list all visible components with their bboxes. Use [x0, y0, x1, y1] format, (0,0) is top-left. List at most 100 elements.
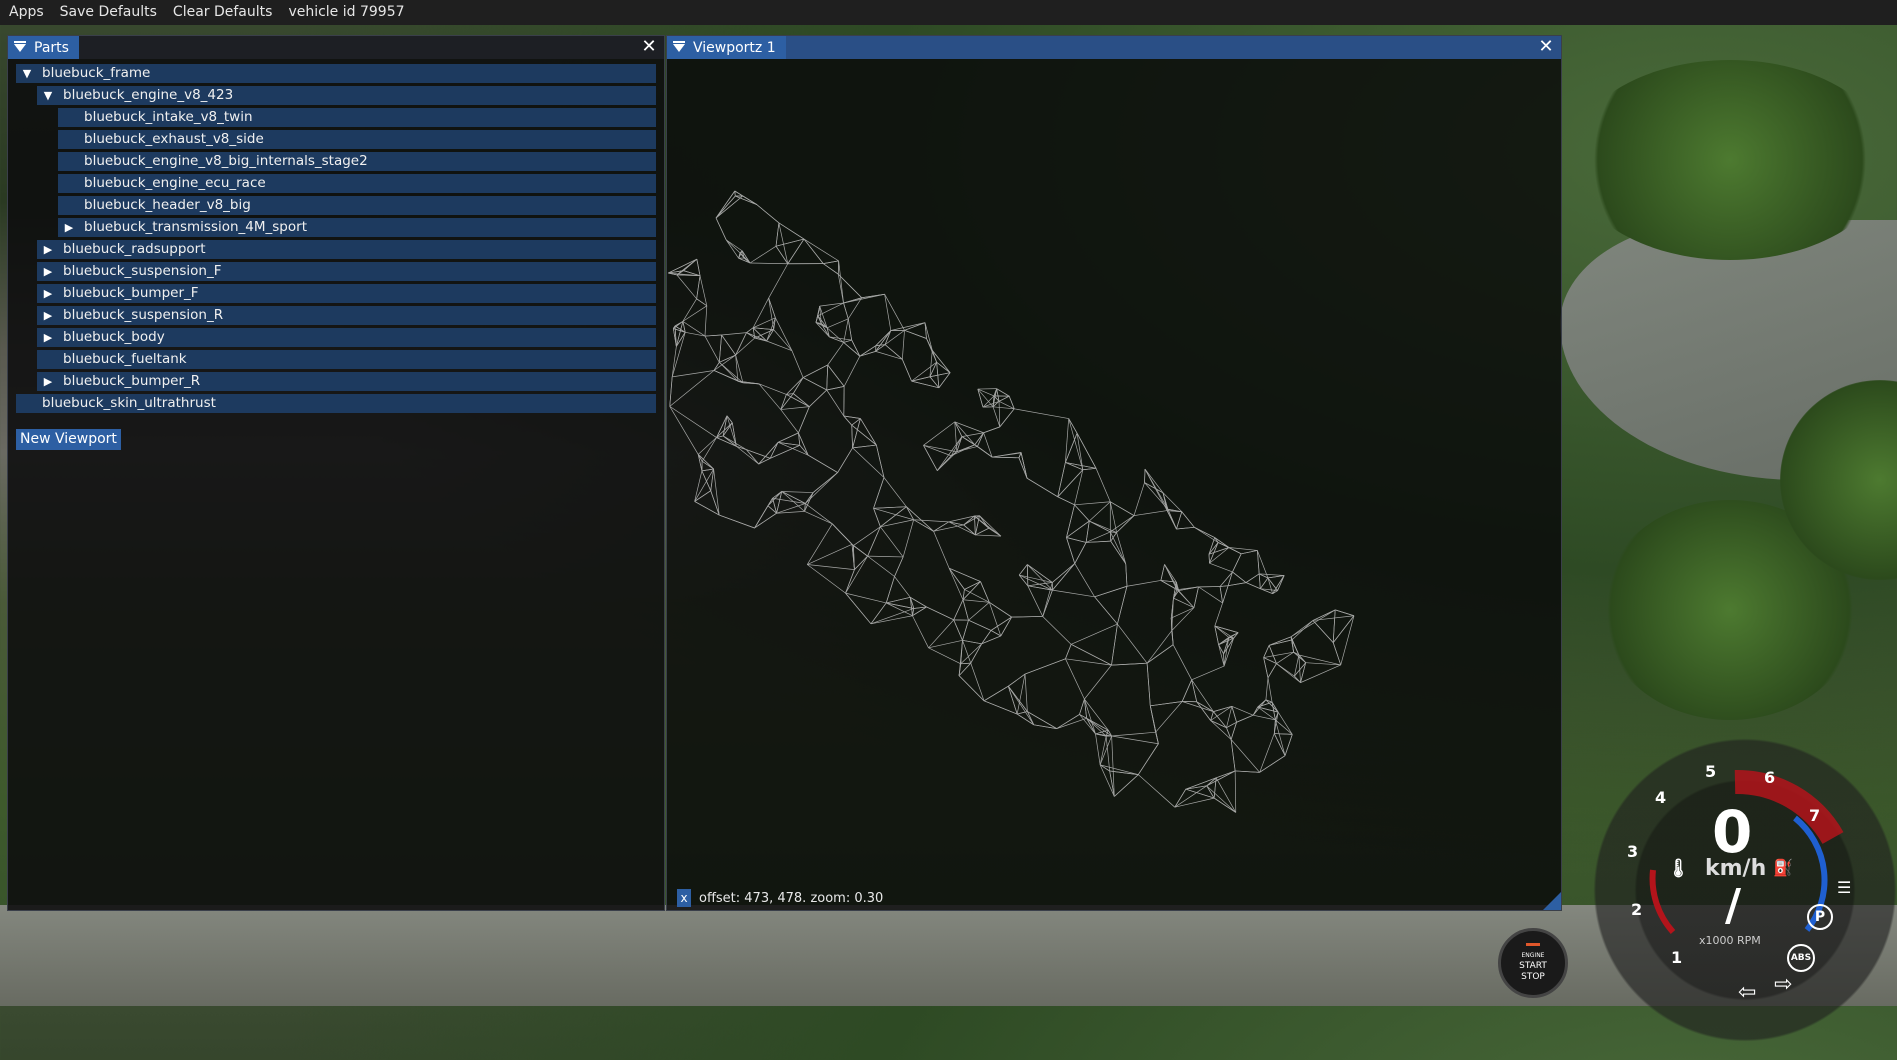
menu-vehicle-id[interactable]: vehicle id 79957 — [280, 0, 412, 25]
tree-row[interactable]: ▼bluebuck_engine_v8_423 — [37, 86, 656, 105]
tree-row-label: bluebuck_engine_ecu_race — [84, 174, 266, 193]
tree-row-label: bluebuck_suspension_R — [63, 306, 223, 325]
rpm-tick-5: 5 — [1705, 762, 1716, 781]
expanded-arrow-icon[interactable]: ▼ — [41, 86, 55, 105]
viewport-status: x offset: 473, 478. zoom: 0.30 — [677, 888, 883, 908]
wireframe-edge — [1025, 659, 1065, 674]
tree-row[interactable]: bluebuck_exhaust_v8_side — [58, 130, 656, 149]
wireframe-edge — [1134, 511, 1167, 516]
collapsed-arrow-icon[interactable]: ▶ — [41, 262, 55, 281]
wireframe-edge — [1224, 638, 1233, 666]
resize-grip[interactable] — [1543, 892, 1561, 910]
wireframe-edge — [677, 259, 697, 275]
collapsed-arrow-icon[interactable]: ▶ — [41, 284, 55, 303]
wireframe-edge — [1057, 718, 1087, 728]
wireframe-edge — [1150, 701, 1182, 705]
collapsed-arrow-icon[interactable]: ▶ — [41, 372, 55, 391]
wireframe-edge — [1150, 706, 1155, 732]
viewport-close-icon[interactable]: ✕ — [1537, 38, 1555, 56]
wireframe-edge — [1156, 732, 1159, 744]
tree-row[interactable]: bluebuck_intake_v8_twin — [58, 108, 656, 127]
wireframe-edge — [959, 676, 984, 701]
wireframe-edge — [929, 648, 961, 664]
wireframe-edge — [1172, 608, 1194, 631]
wireframe-edge — [1301, 665, 1341, 683]
wireframe-edge — [1220, 586, 1228, 587]
collapsed-arrow-icon[interactable]: ▶ — [41, 306, 55, 325]
wireframe-edge — [1065, 659, 1084, 699]
wireframe-edge — [778, 433, 798, 442]
wireframe-edge — [1235, 771, 1236, 813]
tree-row-label: bluebuck_bumper_R — [63, 372, 200, 391]
wireframe-edge — [1273, 575, 1285, 593]
parts-tab[interactable]: Parts — [8, 36, 79, 59]
expanded-arrow-icon[interactable]: ▼ — [20, 64, 34, 83]
wireframe-edge — [1000, 409, 1014, 427]
wireframe-edge — [1069, 419, 1077, 434]
parts-close-icon[interactable]: ✕ — [640, 38, 658, 56]
wireframe-edge — [937, 437, 962, 471]
wireframe-edge — [871, 603, 886, 624]
tree-row[interactable]: ▼bluebuck_frame — [16, 64, 656, 83]
wireframe-edge — [853, 418, 861, 447]
menu-clear-defaults[interactable]: Clear Defaults — [165, 0, 281, 25]
tree-row[interactable]: ▶bluebuck_suspension_F — [37, 262, 656, 281]
wireframe-edge — [1145, 469, 1163, 493]
wireframe-edge — [1246, 574, 1259, 583]
wireframe-edge — [1214, 778, 1216, 798]
new-viewport-button[interactable]: New Viewport — [16, 429, 121, 450]
wireframe-edge — [959, 640, 962, 675]
tree-row[interactable]: ▶bluebuck_bumper_F — [37, 284, 656, 303]
tree-row[interactable]: bluebuck_fueltank — [37, 350, 656, 369]
wireframe-edge — [827, 328, 844, 343]
viewport-tab[interactable]: Viewportz 1 — [667, 36, 786, 59]
collapse-menu-icon[interactable] — [14, 44, 26, 52]
menu-save-defaults[interactable]: Save Defaults — [52, 0, 165, 25]
tree-row[interactable]: bluebuck_skin_ultrathrust — [16, 394, 656, 413]
wireframe-edge — [1341, 616, 1354, 665]
tree-row[interactable]: ▶bluebuck_transmission_4M_sport — [58, 218, 656, 237]
wireframe-edge — [828, 342, 844, 365]
wireframe-edge — [676, 332, 685, 346]
wireframe-edge — [853, 448, 884, 478]
wireframe-edge — [934, 531, 950, 568]
wireframe-edge — [1228, 583, 1246, 586]
wireframe-edge — [716, 196, 735, 218]
parts-titlebar[interactable]: Parts ✕ — [8, 36, 664, 59]
collapsed-arrow-icon[interactable]: ▶ — [62, 218, 76, 237]
collapsed-arrow-icon[interactable]: ▶ — [41, 240, 55, 259]
wireframe-edge — [1260, 756, 1285, 773]
wireframe-edge — [1052, 564, 1074, 583]
wireframe-edge — [844, 303, 849, 319]
collapsed-arrow-icon[interactable]: ▶ — [41, 328, 55, 347]
wireframe-edge — [1266, 678, 1268, 700]
tree-row[interactable]: ▶bluebuck_body — [37, 328, 656, 347]
wireframe-edge — [1075, 564, 1095, 597]
wireframe-edge — [844, 356, 860, 386]
wireframe-edge — [769, 298, 774, 330]
tree-row[interactable]: bluebuck_engine_v8_big_internals_stage2 — [58, 152, 656, 171]
tree-row[interactable]: ▶ bluebuck_bumper_R — [37, 372, 656, 391]
wireframe-edge — [1199, 587, 1223, 603]
engine-start-stop-button[interactable]: ENGINE START STOP — [1498, 928, 1568, 998]
wireframe-edge — [757, 205, 779, 223]
menu-apps[interactable]: Apps — [0, 0, 52, 25]
wireframe-edge — [903, 520, 914, 557]
viewport-titlebar[interactable]: Viewportz 1 ✕ — [667, 36, 1561, 59]
status-x-button[interactable]: x — [677, 889, 691, 907]
wireframe-edge — [1291, 610, 1335, 637]
wireframe-edge — [979, 516, 1000, 536]
wireframe-edge — [827, 365, 828, 390]
wireframe-edge — [753, 298, 769, 328]
wireframe-edge — [1260, 734, 1275, 773]
wireframe-edge — [781, 394, 787, 409]
wireframe-edge — [781, 407, 810, 410]
wireframe-edge — [984, 701, 1017, 714]
tree-row[interactable]: bluebuck_header_v8_big — [58, 196, 656, 215]
tree-row[interactable]: bluebuck_engine_ecu_race — [58, 174, 656, 193]
tree-row[interactable]: ▶ bluebuck_suspension_R — [37, 306, 656, 325]
wireframe-canvas[interactable] — [667, 60, 1559, 880]
tree-row[interactable]: ▶bluebuck_radsupport — [37, 240, 656, 259]
collapse-menu-icon[interactable] — [673, 44, 685, 52]
wireframe-edge — [705, 306, 707, 336]
